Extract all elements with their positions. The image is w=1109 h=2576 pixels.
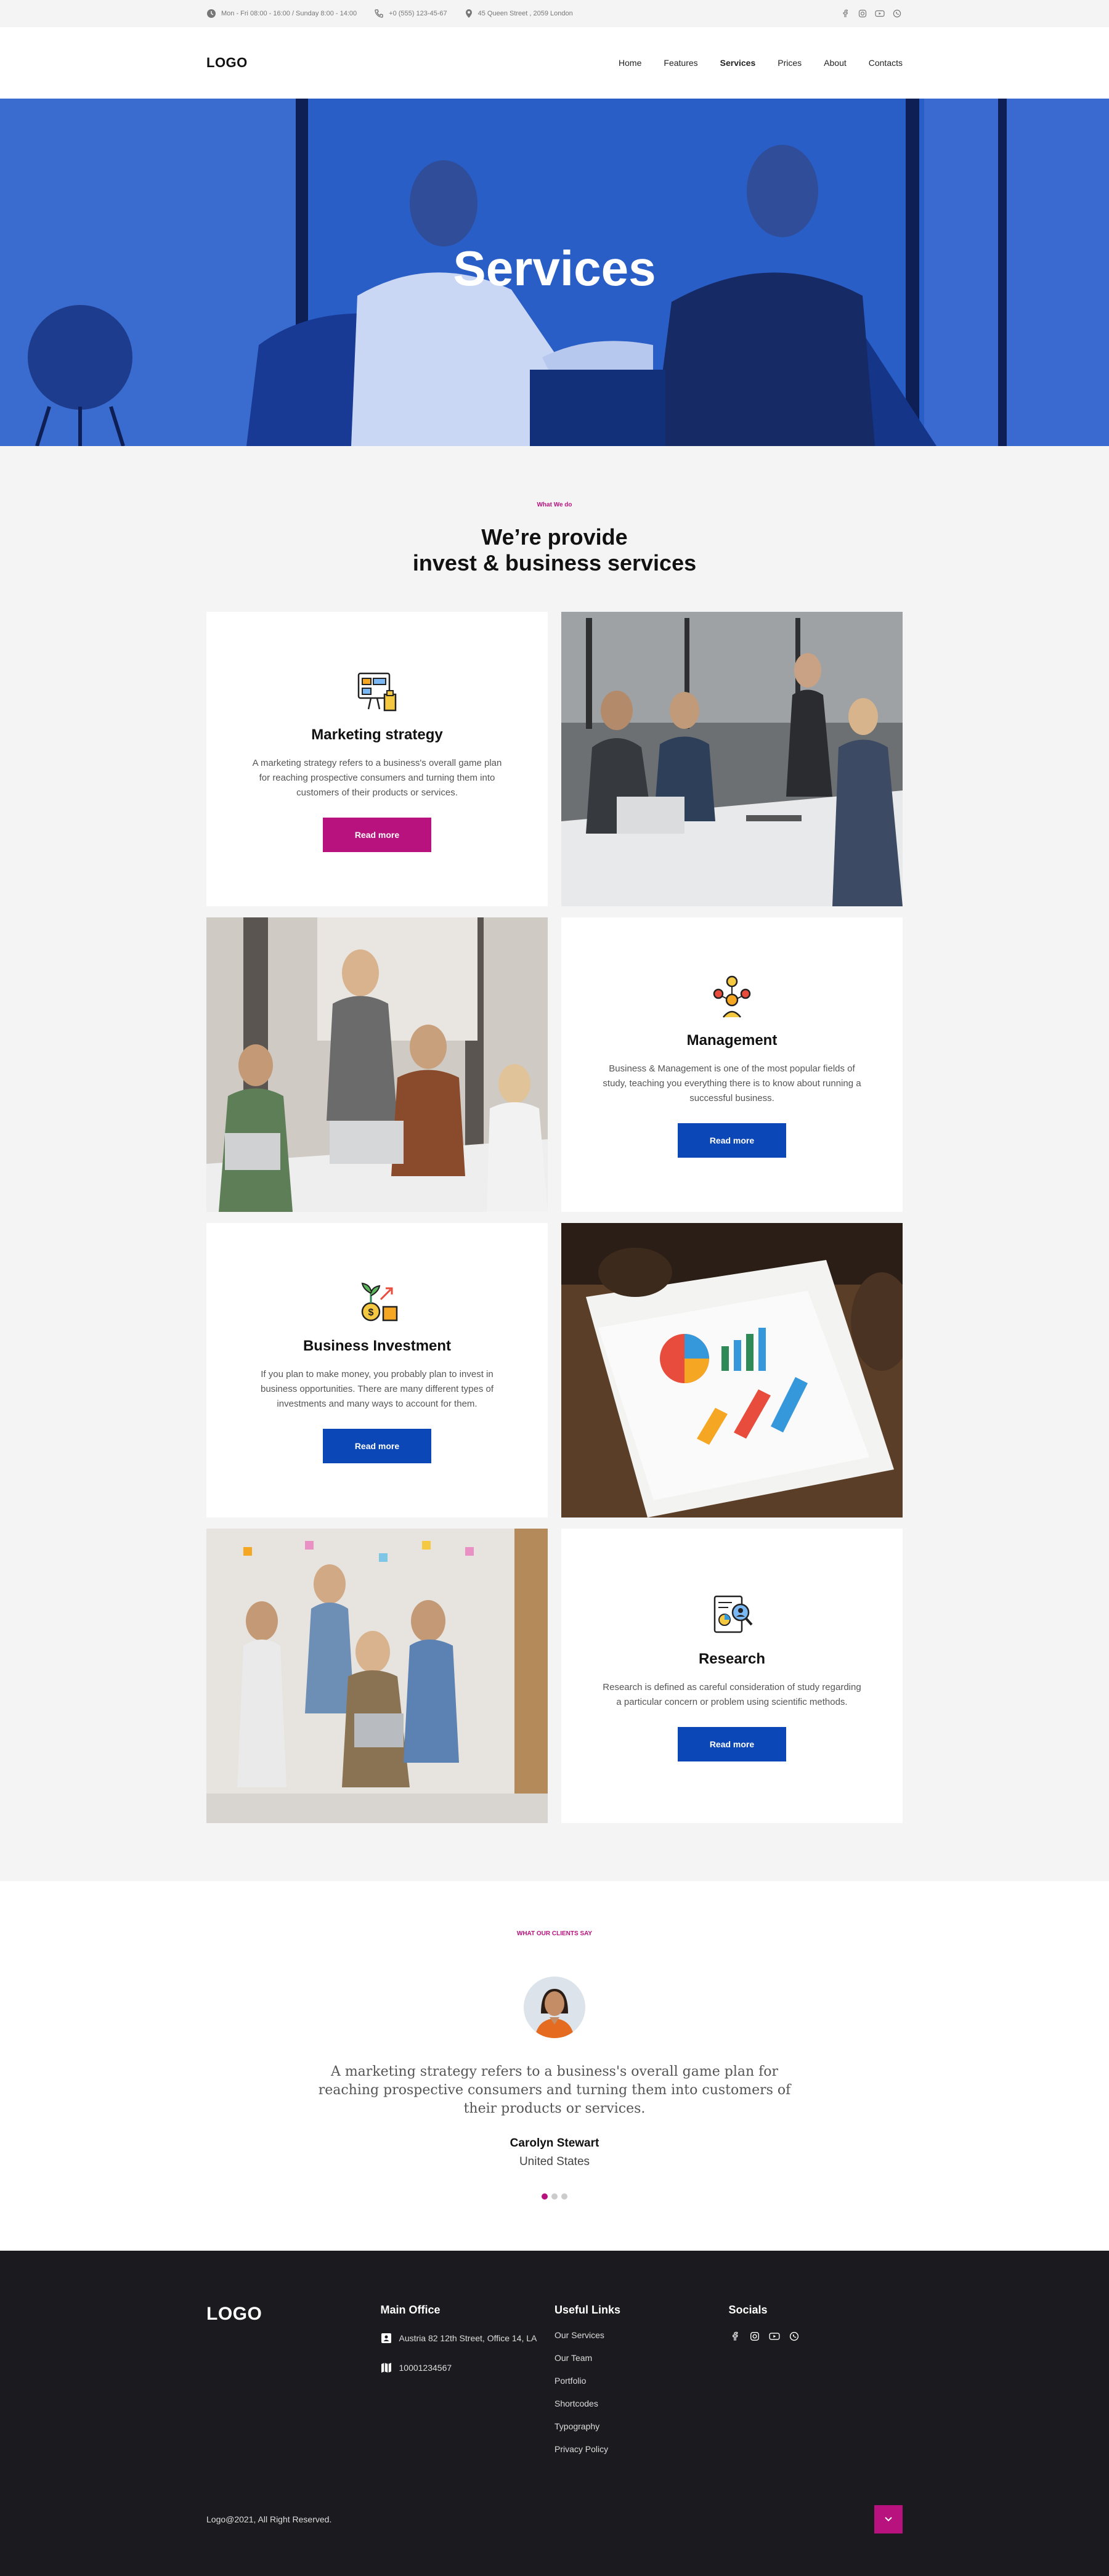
nav-services[interactable]: Services [720, 58, 756, 68]
footer-link-portfolio[interactable]: Portfolio [554, 2376, 729, 2386]
carousel-dot[interactable] [561, 2193, 567, 2200]
testimonials-eyebrow: WHAT OUR CLIENTS SAY [516, 1930, 593, 1937]
avatar [524, 1977, 585, 2038]
service-description: If you plan to make money, you probably … [261, 1369, 494, 1409]
services-heading-line2: invest & business services [412, 550, 697, 575]
footer-link-shortcodes[interactable]: Shortcodes [554, 2399, 729, 2408]
top-social-links [840, 8, 903, 19]
facebook-icon[interactable] [840, 8, 851, 19]
facebook-icon[interactable] [729, 2330, 741, 2342]
carousel-dot[interactable] [542, 2193, 548, 2200]
carousel-dots [0, 2193, 1109, 2200]
nav-features[interactable]: Features [664, 58, 697, 68]
location-pin-icon [465, 9, 472, 18]
useful-links-column: Useful Links Our Services Our Team Portf… [554, 2304, 729, 2467]
socials-column: Socials [729, 2304, 903, 2467]
students-photo [206, 1529, 548, 1823]
nav-prices[interactable]: Prices [778, 58, 802, 68]
nav-home[interactable]: Home [619, 58, 641, 68]
address: 45 Queen Street , 2059 London [477, 10, 573, 17]
service-title: Business Investment [303, 1338, 452, 1354]
phone-item: +0 (555) 123-45-67 [374, 9, 447, 18]
main-office-column: Main Office Austria 82 12th Street, Offi… [381, 2304, 555, 2467]
useful-links-heading: Useful Links [554, 2304, 621, 2316]
footer-link-our-team[interactable]: Our Team [554, 2353, 729, 2363]
map-icon [381, 2363, 391, 2373]
hours-item: Mon - Fri 08:00 - 16:00 / Sunday 8:00 - … [206, 9, 357, 18]
youtube-icon[interactable] [768, 2330, 781, 2342]
footer-link-our-services[interactable]: Our Services [554, 2330, 729, 2340]
services-heading: We’re provide invest & business services [0, 524, 1109, 576]
service-card-management: Management Business & Management is one … [561, 917, 903, 1212]
services-eyebrow: What We do [537, 502, 572, 508]
whatsapp-icon[interactable] [788, 2330, 800, 2342]
svg-text:$: $ [368, 1307, 374, 1318]
service-description: A marketing strategy refers to a busines… [252, 758, 502, 798]
carousel-dot[interactable] [551, 2193, 558, 2200]
socials-heading: Socials [728, 2304, 768, 2316]
meeting-photo [561, 612, 903, 906]
research-report-icon [713, 1595, 753, 1633]
main-office-heading: Main Office [380, 2304, 441, 2316]
testimonial-country: United States [519, 2155, 590, 2168]
read-more-button[interactable]: Read more [323, 818, 431, 852]
service-card-marketing: Marketing strategy A marketing strategy … [206, 612, 548, 906]
service-card-investment: $ Business Investment If you plan to mak… [206, 1223, 548, 1518]
investment-growth-icon: $ [361, 1282, 398, 1322]
service-description: Business & Management is one of the most… [603, 1063, 861, 1103]
opening-hours: Mon - Fri 08:00 - 16:00 / Sunday 8:00 - … [221, 10, 357, 17]
phone-number[interactable]: +0 (555) 123-45-67 [389, 10, 447, 17]
office-address: Austria 82 12th Street, Office 14, LA [381, 2330, 555, 2346]
office-phone: 10001234567 [381, 2360, 555, 2376]
service-title: Research [698, 1651, 766, 1667]
nav-contacts[interactable]: Contacts [869, 58, 903, 68]
footer-logo[interactable]: LOGO [206, 2304, 381, 2325]
instagram-icon[interactable] [857, 8, 868, 19]
site-header: LOGO Home Features Services Prices About… [0, 27, 1109, 99]
phone-icon [375, 9, 383, 18]
top-bar: Mon - Fri 08:00 - 16:00 / Sunday 8:00 - … [0, 0, 1109, 27]
footer-social-links [729, 2330, 903, 2342]
testimonial-quote: A marketing strategy refers to a busines… [318, 2064, 791, 2116]
chart-analysis-photo [561, 1223, 903, 1518]
testimonial-author: Carolyn Stewart [510, 2137, 599, 2150]
read-more-button[interactable]: Read more [678, 1727, 786, 1761]
main-nav: Home Features Services Prices About Cont… [619, 58, 903, 68]
testimonials-section: WHAT OUR CLIENTS SAY A marketing strateg… [0, 1881, 1109, 2251]
address-item: 45 Queen Street , 2059 London [465, 9, 573, 18]
whatsapp-icon[interactable] [892, 8, 903, 19]
services-heading-line1: We’re provide [481, 524, 628, 550]
address-card-icon [381, 2333, 391, 2343]
clock-icon [207, 9, 216, 18]
hero-title: Services [453, 241, 656, 296]
site-footer: LOGO Main Office Austria 82 12th Street,… [0, 2251, 1109, 2576]
footer-link-typography[interactable]: Typography [554, 2421, 729, 2431]
chevron-up-icon [885, 2517, 892, 2522]
hero-banner: Services [0, 99, 1109, 446]
service-title: Marketing strategy [311, 726, 443, 743]
read-more-button[interactable]: Read more [678, 1123, 786, 1158]
office-address-text: Austria 82 12th Street, Office 14, LA [399, 2333, 537, 2343]
youtube-icon[interactable] [874, 8, 885, 19]
header-logo[interactable]: LOGO [206, 55, 248, 71]
service-description: Research is defined as careful considera… [603, 1682, 861, 1707]
nav-about[interactable]: About [824, 58, 847, 68]
services-section: What We do We’re provide invest & busine… [0, 446, 1109, 1881]
team-management-icon [713, 975, 751, 1018]
footer-link-privacy-policy[interactable]: Privacy Policy [554, 2444, 729, 2454]
office-phone-text[interactable]: 10001234567 [399, 2360, 452, 2376]
strategy-board-icon [357, 672, 397, 712]
back-to-top-button[interactable] [874, 2505, 903, 2533]
services-grid: Marketing strategy A marketing strategy … [206, 612, 903, 1823]
instagram-icon[interactable] [749, 2330, 761, 2342]
copyright-text: Logo@2021, All Right Reserved. [206, 2514, 332, 2524]
service-title: Management [686, 1032, 778, 1049]
team-laptop-photo [206, 917, 548, 1212]
service-card-research: Research Research is defined as careful … [561, 1529, 903, 1823]
read-more-button[interactable]: Read more [323, 1429, 431, 1463]
